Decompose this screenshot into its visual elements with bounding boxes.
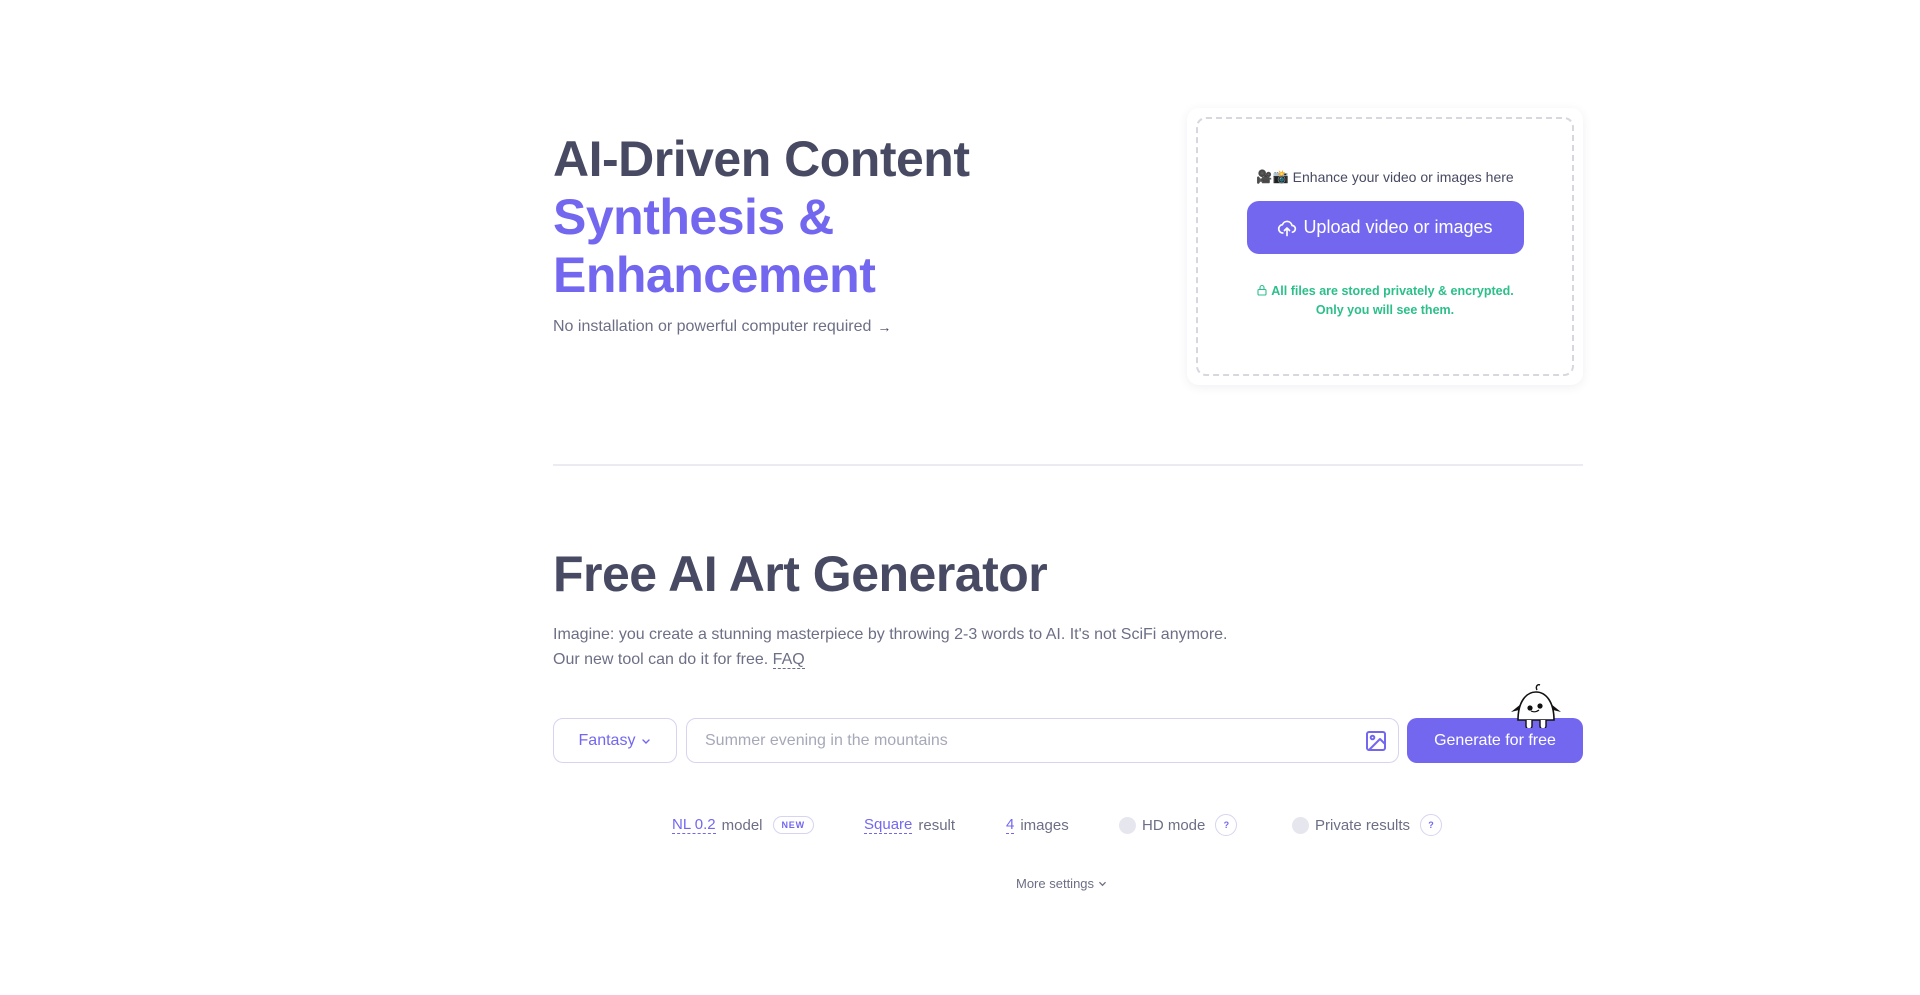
arrow-right-icon: → <box>877 319 892 335</box>
faq-link[interactable]: FAQ <box>772 651 805 669</box>
privacy-note: All files are stored privately & encrypt… <box>1256 282 1514 320</box>
private-results-toggle[interactable] <box>1292 816 1309 834</box>
hero-title: AI-Driven Content Synthesis & Enhancemen… <box>553 130 970 304</box>
hero-title-line3: Enhancement <box>553 247 876 303</box>
prompt-field <box>686 718 1399 763</box>
generator-desc-line2: Our new tool can do it for free. <box>553 651 769 668</box>
upload-caption: 🎥📸 Enhance your video or images here <box>1256 169 1513 185</box>
generation-options: NL 0.2 model NEW Square result 4 images … <box>0 812 1920 838</box>
generator-description: Imagine: you create a stunning masterpie… <box>553 622 1228 672</box>
private-results-label: Private results <box>1315 816 1411 834</box>
upload-card: 🎥📸 Enhance your video or images here Upl… <box>1187 108 1583 385</box>
count-label: images <box>1020 816 1069 834</box>
image-upload-icon[interactable] <box>1364 729 1388 753</box>
count-option: 4 images <box>1006 812 1069 838</box>
hero-title-line2: Synthesis & <box>553 189 834 245</box>
chevron-down-icon <box>642 738 651 744</box>
private-option: Private results ? <box>1292 812 1443 838</box>
prompt-input[interactable] <box>705 719 1325 762</box>
private-help-icon[interactable]: ? <box>1420 814 1443 836</box>
hero-subtitle-text: No installation or powerful computer req… <box>553 318 872 335</box>
generator-desc-line1: Imagine: you create a stunning masterpie… <box>553 626 1228 643</box>
upload-button[interactable]: Upload video or images <box>1246 201 1524 254</box>
aspect-label: result <box>918 816 956 834</box>
camera-icon: 🎥📸 <box>1256 169 1289 184</box>
privacy-line1: All files are stored privately & encrypt… <box>1271 284 1514 298</box>
generator-title: Free AI Art Generator <box>553 546 1048 602</box>
count-select[interactable]: 4 <box>1006 816 1015 834</box>
upload-caption-text: Enhance your video or images here <box>1292 169 1514 185</box>
more-settings-button[interactable]: More settings <box>1016 876 1107 891</box>
hd-option: HD mode ? <box>1119 812 1238 838</box>
style-select[interactable]: Fantasy <box>553 718 677 763</box>
cloud-upload-icon <box>1278 220 1297 236</box>
hero-title-line1: AI-Driven Content <box>553 131 970 187</box>
aspect-option: Square result <box>864 812 955 838</box>
model-label: model <box>721 816 763 834</box>
model-option: NL 0.2 model NEW <box>672 812 814 838</box>
hero-subtitle-link[interactable]: No installation or powerful computer req… <box>553 318 891 336</box>
hd-mode-toggle[interactable] <box>1119 816 1136 834</box>
model-select[interactable]: NL 0.2 <box>672 816 716 834</box>
more-settings-label: More settings <box>1016 876 1095 891</box>
privacy-line2: Only you will see them. <box>1315 303 1455 317</box>
mascot-icon <box>1511 684 1561 728</box>
upload-button-label: Upload video or images <box>1303 217 1493 237</box>
upload-dropzone[interactable]: 🎥📸 Enhance your video or images here Upl… <box>1196 117 1574 376</box>
style-select-value: Fantasy <box>578 731 636 749</box>
section-divider <box>553 464 1583 466</box>
chevron-down-icon <box>1099 881 1106 887</box>
hd-help-icon[interactable]: ? <box>1215 814 1238 836</box>
new-badge: NEW <box>772 816 814 834</box>
lock-icon <box>1257 284 1267 296</box>
aspect-select[interactable]: Square <box>864 816 913 834</box>
hd-mode-label: HD mode <box>1142 816 1206 834</box>
